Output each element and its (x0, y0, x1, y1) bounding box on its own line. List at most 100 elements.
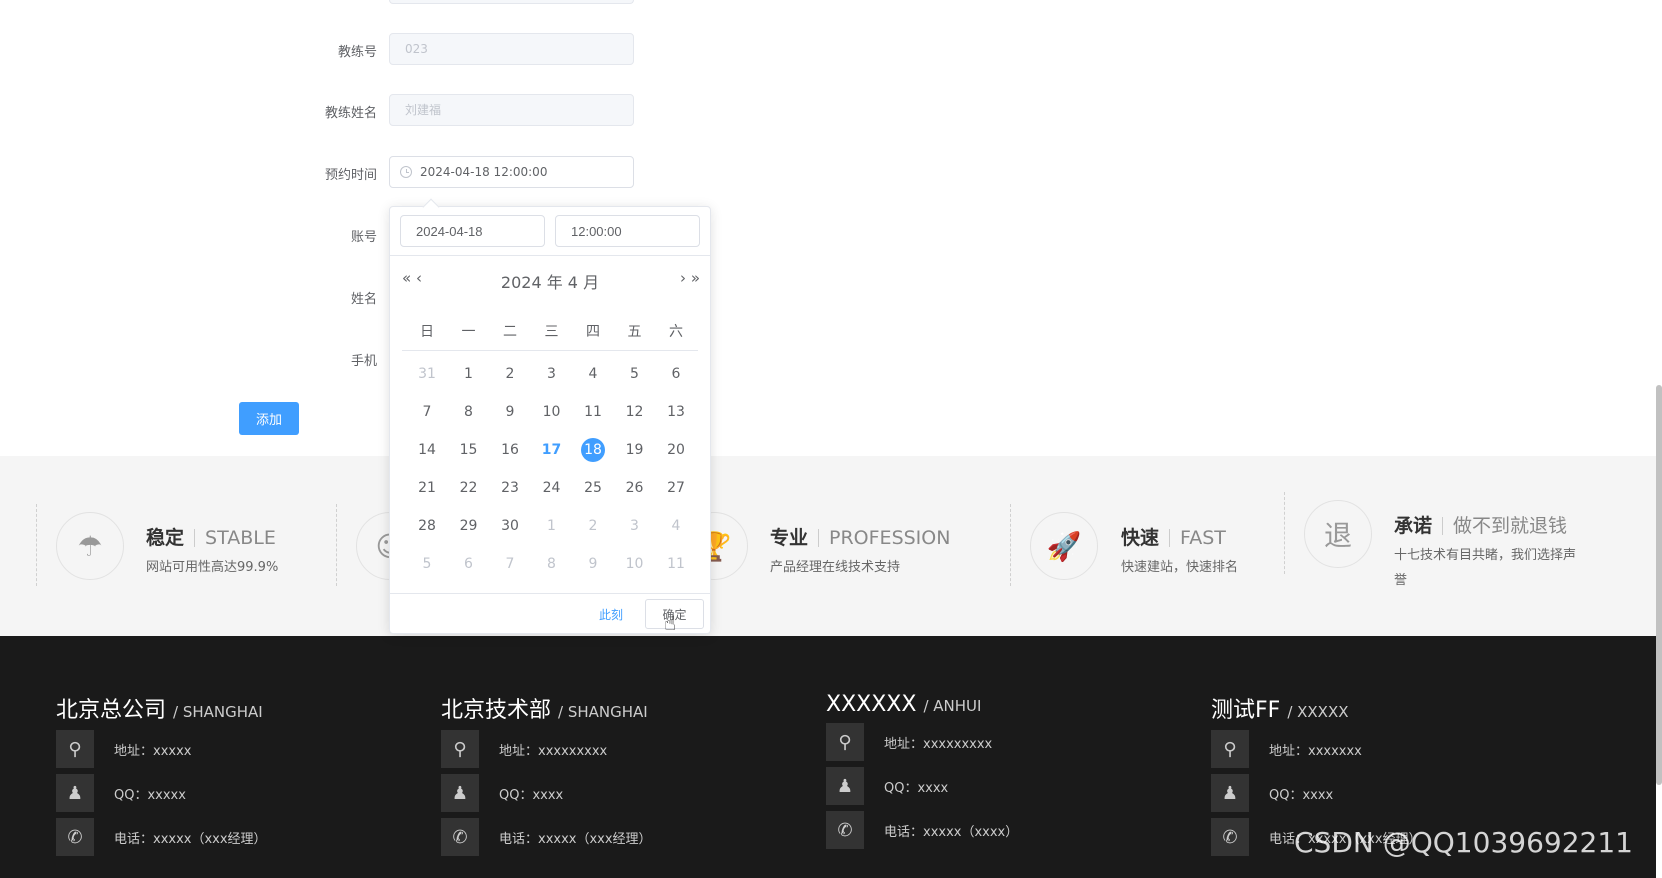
calendar-day-cell[interactable]: 10 (531, 397, 573, 427)
calendar-day-cell[interactable]: 6 (448, 549, 490, 579)
add-button[interactable]: 添加 (239, 402, 299, 435)
office-title: XXXXXX / ANHUI (826, 692, 1166, 717)
booking-form: 教练号 023 教练姓名 刘建福 预约时间 2024-04-18 12:00:0… (0, 0, 1662, 456)
calendar-day-cell[interactable]: 3 (531, 359, 573, 389)
calendar-day-number: 22 (459, 480, 478, 496)
calendar-day-cell[interactable]: 10 (614, 549, 656, 579)
calendar-day-number: 11 (667, 556, 685, 572)
calendar-day-cell[interactable]: 3 (614, 511, 656, 541)
calendar-day-cell[interactable]: 24 (531, 473, 573, 503)
picker-time-input[interactable] (555, 215, 700, 247)
calendar-day-number: 1 (464, 366, 473, 382)
scrollbar[interactable] (1656, 385, 1662, 785)
calendar-day-cell[interactable]: 6 (655, 359, 697, 389)
calendar-day-cell[interactable]: 4 (572, 359, 614, 389)
coach-name-label: 教练姓名 (324, 106, 377, 121)
calendar-day-number: 26 (625, 480, 644, 496)
calendar-day-number: 20 (667, 442, 685, 458)
calendar-day-cell[interactable]: 12 (614, 397, 656, 427)
calendar-day-cell[interactable]: 17 (531, 435, 573, 465)
coach-name-input: 刘建福 (389, 94, 634, 126)
office-name: XXXXXX (826, 692, 917, 717)
qq-penguin-icon: ♟ (441, 774, 479, 812)
calendar-day-cell[interactable]: 11 (655, 549, 697, 579)
clock-icon (400, 166, 412, 178)
qq-row: ♟ QQ：xxxxx (56, 774, 396, 812)
calendar-day-cell[interactable]: 18 (572, 435, 614, 465)
calendar-day-cell[interactable]: 7 (406, 397, 448, 427)
calendar-day-cell[interactable]: 1 (531, 511, 573, 541)
location-pin-icon: ⚲ (826, 723, 864, 761)
page: Q 英 ☽ ‚, ▦ ⚙ 🔧 教练号 023 教练姓名 刘建福 预约时间 202… (0, 0, 1662, 878)
calendar-day-cell[interactable]: 29 (448, 511, 490, 541)
calendar-day-cell[interactable]: 8 (531, 549, 573, 579)
calendar-day-cell[interactable]: 21 (406, 473, 448, 503)
calendar-day-cell[interactable]: 7 (489, 549, 531, 579)
phone-label: 手机 (350, 354, 377, 369)
calendar-day-cell[interactable]: 1 (448, 359, 490, 389)
calendar-day-cell[interactable]: 14 (406, 435, 448, 465)
calendar-day-cell[interactable]: 8 (448, 397, 490, 427)
calendar-day-number: 12 (625, 404, 644, 420)
calendar-day-cell[interactable]: 28 (406, 511, 448, 541)
calendar-day-cell[interactable]: 11 (572, 397, 614, 427)
feature-title-en: STABLE (205, 527, 276, 549)
phone-icon: ✆ (441, 818, 479, 856)
calendar-day-number: 18 (581, 438, 605, 462)
calendar-day-cell[interactable]: 27 (655, 473, 697, 503)
office-city: / SHANGHAI (173, 703, 263, 721)
phone-icon: ✆ (56, 818, 94, 856)
feature-title-stable: 稳定 STABLE (146, 523, 276, 550)
calendar-day-number: 7 (505, 556, 515, 572)
calendar-day-cell[interactable]: 2 (489, 359, 531, 389)
calendar-day-cell[interactable]: 31 (406, 359, 448, 389)
previous-field (389, 0, 634, 4)
calendar-day-cell[interactable]: 4 (655, 511, 697, 541)
weekday-label: 三 (544, 324, 559, 340)
calendar-day-cell[interactable]: 30 (489, 511, 531, 541)
office-title: 北京技术部 / SHANGHAI (441, 692, 781, 724)
qq-penguin-icon: ♟ (826, 767, 864, 805)
office-card: 北京总公司 / SHANGHAI ⚲ 地址：xxxxx ♟ QQ：xxxxx ✆ 电话… (56, 692, 396, 856)
calendar-day-cell[interactable]: 5 (406, 549, 448, 579)
calendar-day-cell[interactable]: 23 (489, 473, 531, 503)
feature-title-text: 承诺 (1394, 515, 1433, 537)
calendar-day-number: 17 (541, 442, 562, 458)
calendar-day-number: 30 (501, 518, 519, 534)
calendar-day-cell[interactable]: 13 (655, 397, 697, 427)
booking-time-label: 预约时间 (324, 168, 377, 183)
calendar-day-cell[interactable]: 15 (448, 435, 490, 465)
calendar-day-number: 31 (418, 366, 436, 382)
picker-divider (390, 255, 710, 256)
now-button[interactable]: 此刻 (599, 606, 623, 623)
booking-time-input[interactable]: 2024-04-18 12:00:00 (389, 156, 634, 188)
picker-date-input[interactable] (400, 215, 545, 247)
calendar-day-cell[interactable]: 22 (448, 473, 490, 503)
calendar-day-number: 3 (547, 366, 556, 382)
calendar-day-cell[interactable]: 26 (614, 473, 656, 503)
picker-title[interactable]: 2024 年 4 月 (390, 269, 710, 293)
calendar-day-cell[interactable]: 16 (489, 435, 531, 465)
calendar-day-cell[interactable]: 2 (572, 511, 614, 541)
calendar-day-number: 5 (630, 366, 639, 382)
calendar-day-number: 6 (671, 366, 681, 382)
calendar-day-cell[interactable]: 25 (572, 473, 614, 503)
refund-icon: 退 (1304, 500, 1372, 568)
calendar-day-number: 5 (422, 556, 432, 572)
calendar-day-number: 19 (625, 442, 644, 458)
calendar-day-number: 29 (459, 518, 478, 534)
calendar-day-cell[interactable]: 5 (614, 359, 656, 389)
office-city: / XXXXX (1287, 703, 1349, 721)
calendar-day-cell[interactable]: 9 (489, 397, 531, 427)
next-year-button[interactable]: » (691, 269, 700, 287)
location-pin-icon: ⚲ (441, 730, 479, 768)
calendar-day-cell[interactable]: 19 (614, 435, 656, 465)
calendar-day-cell[interactable]: 9 (572, 549, 614, 579)
phone-row: ✆ 电话：xxxxx（xxx经理） (56, 818, 396, 856)
feature-title-text: 快速 (1121, 527, 1160, 549)
weekday-label: 二 (503, 324, 517, 340)
weekday-label: 六 (669, 324, 683, 340)
next-month-button[interactable]: › (680, 269, 686, 287)
calendar-day-cell[interactable]: 20 (655, 435, 697, 465)
phone-text: 电话：xxxxx（xxx经理） (499, 831, 652, 847)
